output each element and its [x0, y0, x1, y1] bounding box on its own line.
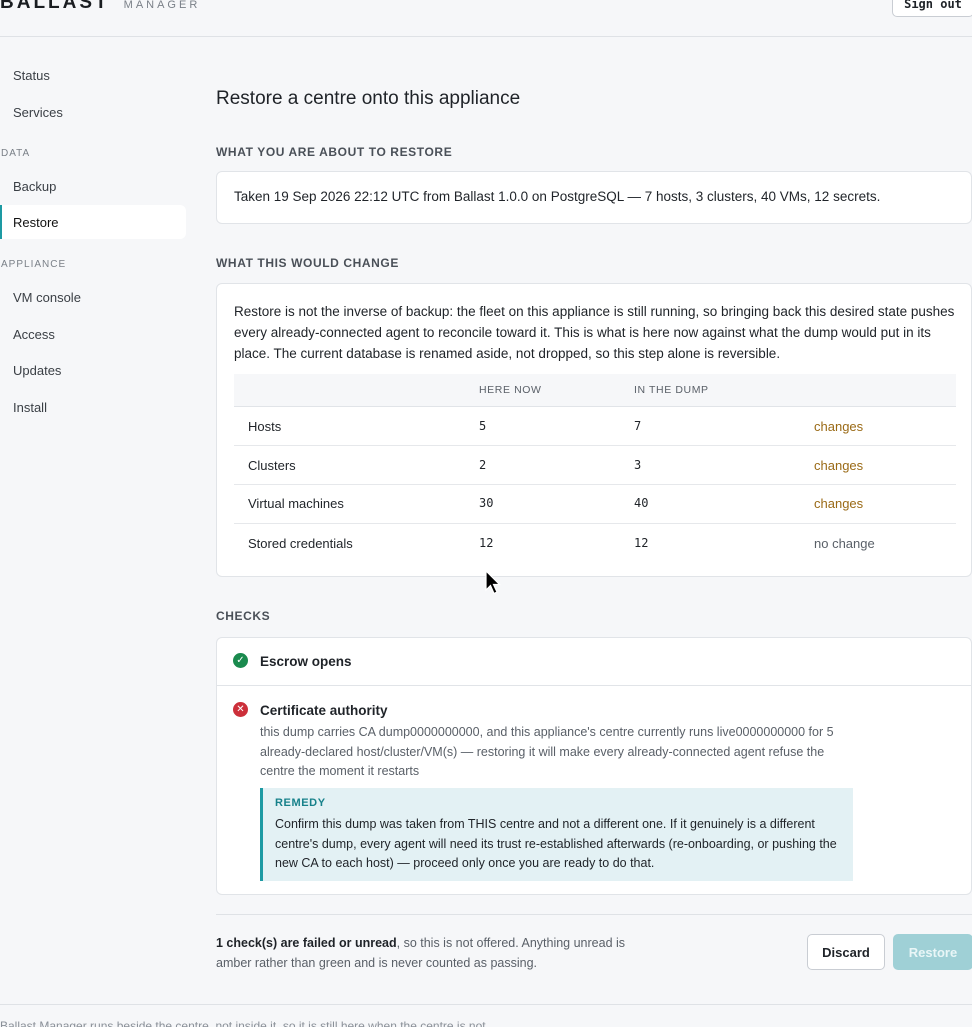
- dump-summary: Taken 19 Sep 2026 22:12 UTC from Ballast…: [234, 189, 881, 204]
- sidebar-section-appliance: APPLIANCE: [1, 259, 67, 270]
- check-title: Certificate authority: [260, 703, 388, 718]
- column-header-here-now: HERE NOW: [479, 384, 542, 396]
- sidebar-item-updates[interactable]: Updates: [0, 353, 186, 387]
- remedy-box: REMEDY Confirm this dump was taken from …: [260, 788, 853, 881]
- restore-blocked-note: 1 check(s) are failed or unread, so this…: [216, 934, 656, 973]
- sidebar-item-install[interactable]: Install: [0, 390, 186, 424]
- row-status: no change: [814, 536, 875, 551]
- checks-card: ✓ Escrow opens ✕ Certificate authority t…: [216, 637, 972, 895]
- brand-logo[interactable]: BALLAST MANAGER: [0, 0, 200, 14]
- discard-button[interactable]: Discard: [807, 934, 885, 970]
- row-name: Stored credentials: [248, 536, 353, 551]
- about-card: Taken 19 Sep 2026 22:12 UTC from Ballast…: [216, 171, 972, 224]
- row-in-dump: 12: [634, 536, 649, 550]
- note-bold: 1 check(s) are failed or unread: [216, 936, 397, 950]
- mouse-cursor-icon: [485, 570, 501, 595]
- row-here-now: 30: [479, 496, 494, 510]
- row-in-dump: 3: [634, 458, 642, 472]
- check-circle-icon: ✓: [233, 653, 248, 668]
- sidebar-item-access[interactable]: Access: [0, 317, 186, 351]
- check-title: Escrow opens: [260, 654, 352, 669]
- page-footer-divider: [0, 1004, 972, 1005]
- row-status: changes: [814, 419, 864, 434]
- table-header: HERE NOW IN THE DUMP: [234, 374, 956, 407]
- sidebar-section-data: DATA: [1, 148, 31, 159]
- remedy-title: REMEDY: [275, 797, 326, 809]
- table-row: Stored credentials 12 12 no change: [234, 524, 956, 563]
- footer-divider: [216, 914, 972, 915]
- check-escrow: ✓ Escrow opens: [217, 638, 971, 686]
- restore-button[interactable]: Restore: [893, 934, 972, 970]
- row-name: Virtual machines: [248, 496, 344, 511]
- row-name: Hosts: [248, 419, 282, 434]
- brand-name: BALLAST: [0, 0, 110, 13]
- table-row: Clusters 2 3 changes: [234, 446, 956, 485]
- sidebar-item-vm-console[interactable]: VM console: [0, 280, 186, 314]
- row-name: Clusters: [248, 458, 296, 473]
- page-title: Restore a centre onto this appliance: [216, 88, 521, 109]
- change-section-label: WHAT THIS WOULD CHANGE: [216, 256, 399, 270]
- top-bar: BALLAST MANAGER Sign out: [0, 0, 972, 37]
- change-card: Restore is not the inverse of backup: th…: [216, 283, 972, 577]
- row-in-dump: 7: [634, 419, 642, 433]
- column-header-in-dump: IN THE DUMP: [634, 384, 709, 396]
- check-description: this dump carries CA dump0000000000, and…: [260, 725, 834, 778]
- sign-out-button[interactable]: Sign out: [892, 0, 972, 17]
- row-status: changes: [814, 458, 864, 473]
- row-status: changes: [814, 496, 864, 511]
- row-here-now: 2: [479, 458, 487, 472]
- row-here-now: 12: [479, 536, 494, 550]
- table-row: Virtual machines 30 40 changes: [234, 485, 956, 524]
- remedy-text: Confirm this dump was taken from THIS ce…: [275, 817, 837, 870]
- sidebar-item-restore[interactable]: Restore: [0, 205, 186, 239]
- checks-section-label: CHECKS: [216, 609, 271, 623]
- page-footer-text: Ballast Manager runs beside the centre, …: [0, 1019, 489, 1027]
- change-explanation: Restore is not the inverse of backup: th…: [234, 304, 955, 361]
- brand-sub: MANAGER: [123, 0, 201, 11]
- row-in-dump: 40: [634, 496, 649, 510]
- sidebar-item-status[interactable]: Status: [0, 58, 186, 92]
- table-row: Hosts 5 7 changes: [234, 407, 956, 446]
- about-section-label: WHAT YOU ARE ABOUT TO RESTORE: [216, 145, 453, 159]
- sidebar-item-backup[interactable]: Backup: [0, 169, 186, 203]
- x-circle-icon: ✕: [233, 702, 248, 717]
- sidebar-item-services[interactable]: Services: [0, 95, 186, 129]
- row-here-now: 5: [479, 419, 487, 433]
